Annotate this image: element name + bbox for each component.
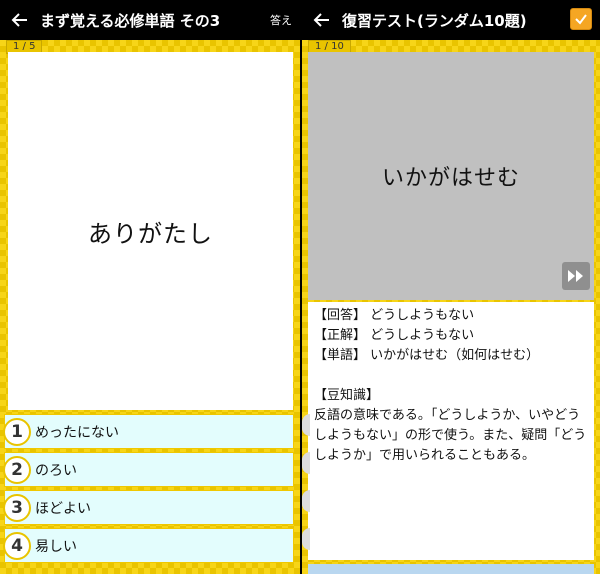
trivia-text: 反語の意味である。「どうしようか、いやどうしようもない」の形で使う。また、疑問「… bbox=[314, 408, 587, 463]
choice-number: 2 bbox=[3, 455, 31, 484]
choice-number: 3 bbox=[3, 493, 31, 522]
your-answer: 【回答】 どうしようもない bbox=[314, 308, 475, 323]
choice-option-1[interactable]: 1 めったにない bbox=[3, 414, 294, 449]
choice-text: のろい bbox=[35, 462, 77, 479]
choice-number: 4 bbox=[3, 531, 31, 560]
hidden-choice-edge bbox=[302, 452, 310, 474]
page-title: 復習テスト(ランダム10題) bbox=[342, 11, 527, 30]
hidden-choice-edge bbox=[302, 490, 310, 512]
page-title: まず覚える必修単語 その3 bbox=[40, 11, 221, 30]
checkmark-icon[interactable] bbox=[570, 8, 592, 30]
review-screen: 復習テスト(ランダム10題) 1 / 10 いかがはせむ 【回答】 どうしようも… bbox=[302, 0, 600, 574]
choice-text: 易しい bbox=[35, 538, 77, 555]
choice-option-4[interactable]: 4 易しい bbox=[3, 528, 294, 563]
result-panel: 【回答】 どうしようもない 【正解】 どうしようもない 【単語】 いかがはせむ（… bbox=[308, 302, 594, 560]
question-card: ありがたし bbox=[8, 52, 293, 410]
top-app-bar: 復習テスト(ランダム10題) bbox=[302, 0, 600, 40]
review-word: いかがはせむ bbox=[381, 166, 520, 191]
fast-forward-icon[interactable] bbox=[562, 262, 590, 290]
question-word: ありがたし bbox=[88, 219, 213, 248]
answer-button[interactable]: 答え bbox=[270, 12, 292, 28]
back-arrow-icon[interactable] bbox=[302, 0, 342, 40]
choice-text: ほどよい bbox=[35, 500, 91, 517]
choice-number: 1 bbox=[3, 417, 31, 446]
choice-option-2[interactable]: 2 のろい bbox=[3, 452, 294, 487]
hidden-choice-edge bbox=[302, 528, 310, 550]
word-card: いかがはせむ bbox=[308, 52, 594, 300]
correct-answer: 【正解】 どうしようもない bbox=[314, 328, 475, 343]
bottom-strip bbox=[308, 564, 594, 574]
word-info: 【単語】 いかがはせむ（如何はせむ） bbox=[314, 348, 540, 363]
hidden-choice-edge bbox=[302, 414, 310, 436]
trivia-label: 【豆知識】 bbox=[314, 388, 380, 403]
choice-option-3[interactable]: 3 ほどよい bbox=[3, 490, 294, 525]
choice-text: めったにない bbox=[35, 424, 119, 441]
top-app-bar: まず覚える必修単語 その3 答え bbox=[0, 0, 300, 40]
quiz-screen: まず覚える必修単語 その3 答え 1 / 5 ありがたし 1 めったにない 2 … bbox=[0, 0, 300, 574]
back-arrow-icon[interactable] bbox=[0, 0, 40, 40]
